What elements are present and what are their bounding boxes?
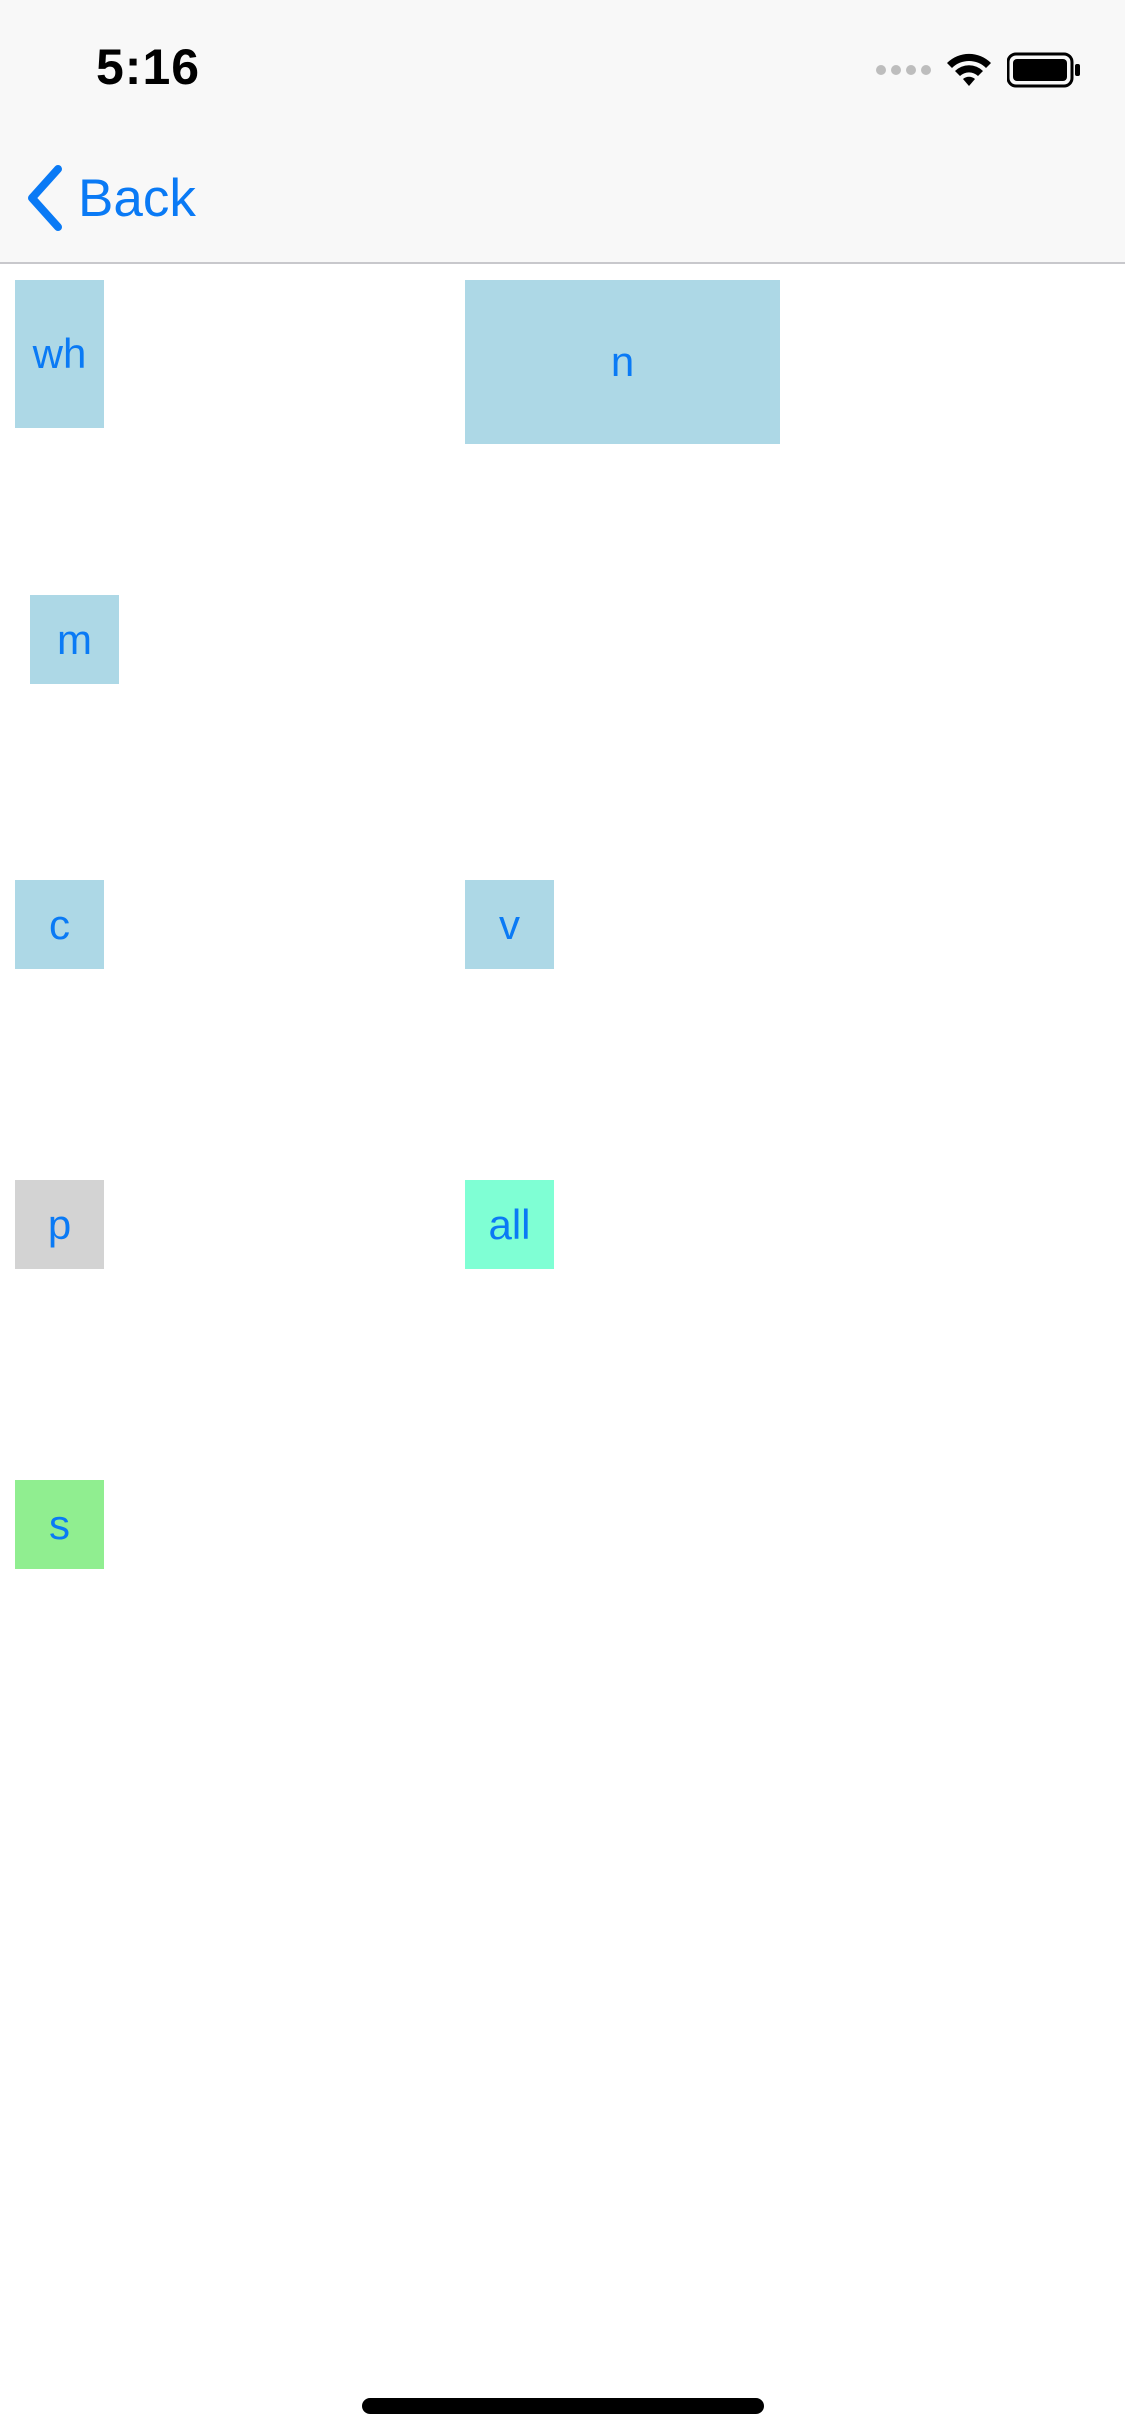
battery-icon <box>1007 52 1081 88</box>
home-indicator[interactable] <box>362 2398 764 2414</box>
back-label: Back <box>78 168 196 228</box>
top-bar: 5:16 Back <box>0 0 1125 264</box>
back-button[interactable]: Back <box>24 160 196 236</box>
tile-m[interactable]: m <box>30 595 119 684</box>
signal-dots-icon <box>876 48 931 92</box>
status-time: 5:16 <box>96 39 201 95</box>
tile-v[interactable]: v <box>465 880 554 969</box>
tile-p[interactable]: p <box>15 1180 104 1269</box>
tile-s[interactable]: s <box>15 1480 104 1569</box>
tile-all[interactable]: all <box>465 1180 554 1269</box>
tile-n[interactable]: n <box>465 280 780 444</box>
tile-wh[interactable]: wh <box>15 280 104 428</box>
wifi-icon <box>945 52 993 88</box>
chevron-left-icon <box>28 165 62 231</box>
status-icons <box>876 48 1081 92</box>
tile-c[interactable]: c <box>15 880 104 969</box>
